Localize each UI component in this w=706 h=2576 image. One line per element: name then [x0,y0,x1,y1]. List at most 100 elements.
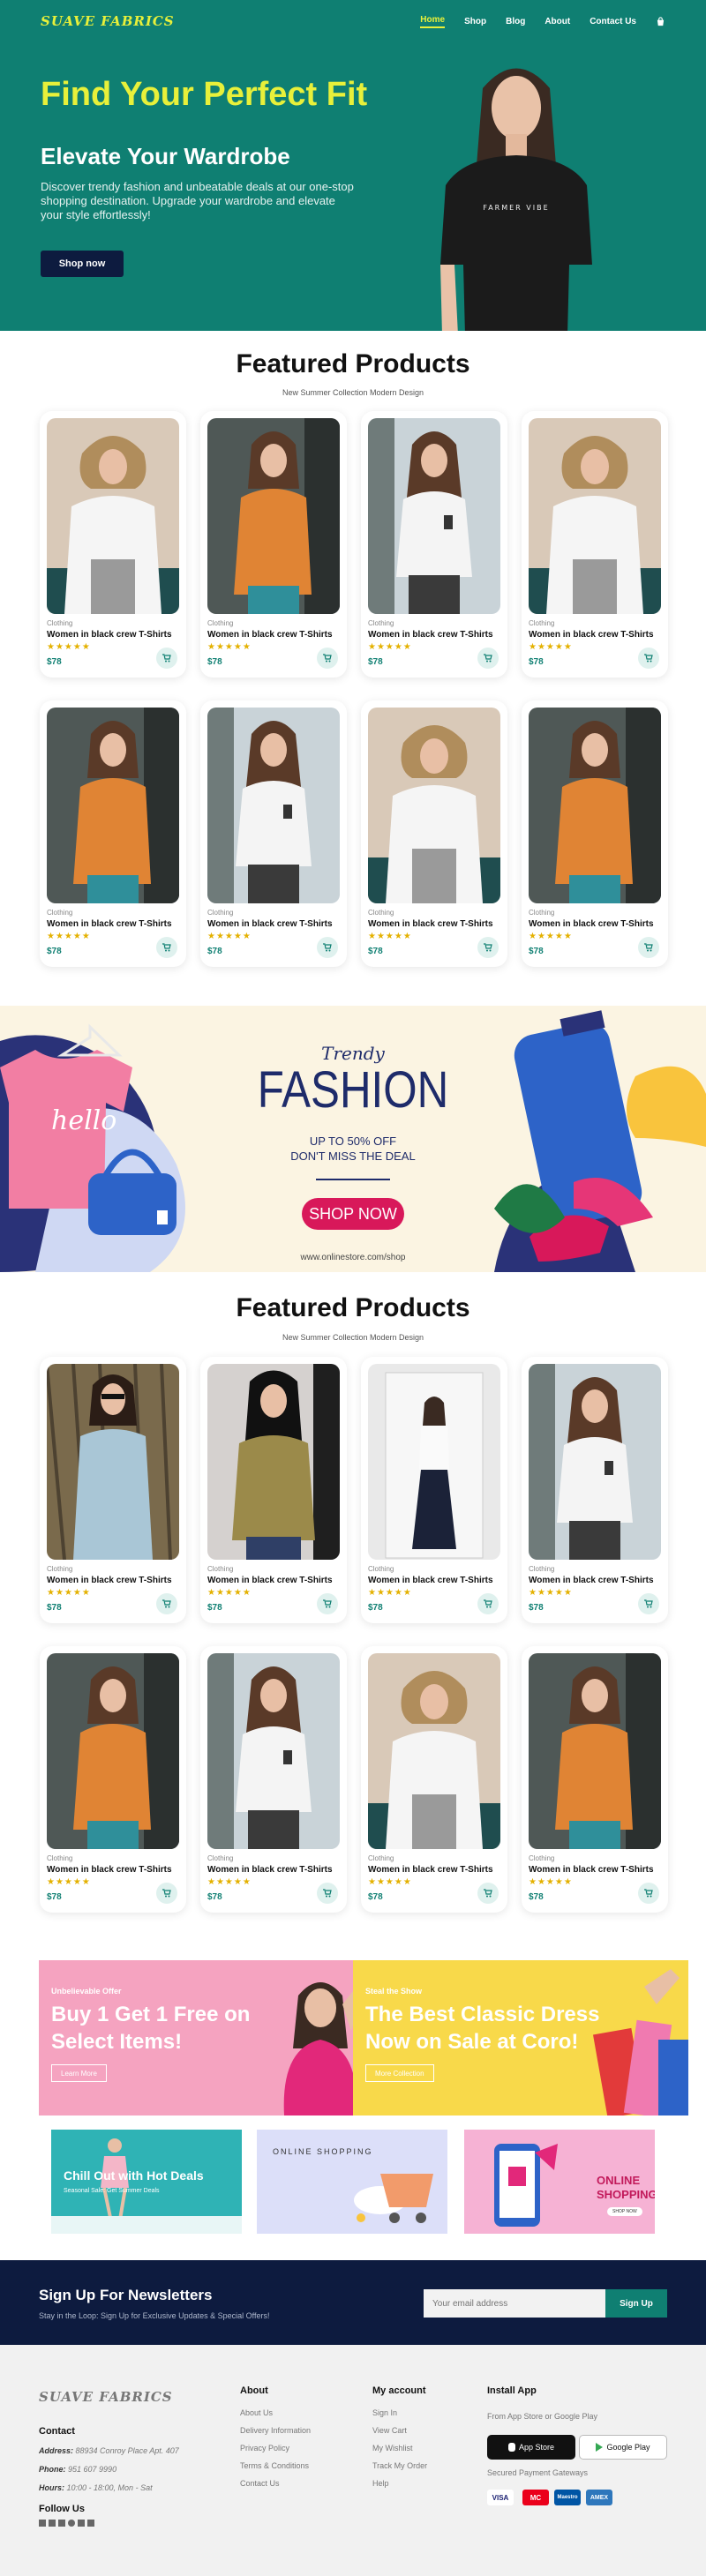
footer-logo[interactable]: SUAVE FABRICS [39,2389,173,2405]
add-to-cart-button[interactable] [477,937,499,958]
facebook-icon[interactable] [39,2520,46,2527]
product-card[interactable]: Clothing Women in black crew T-Shirts ★★★★… [522,1357,668,1623]
add-to-cart-button[interactable] [317,648,338,669]
product-name[interactable]: Women in black crew T-Shirts [47,1865,179,1875]
shop-now-button[interactable]: Shop now [41,251,124,277]
footer-link-wishlist[interactable]: My Wishlist [372,2444,413,2452]
add-to-cart-button[interactable] [156,937,177,958]
google-play-badge[interactable]: Google Play [579,2435,667,2460]
product-image[interactable] [47,1653,179,1849]
product-image[interactable] [47,708,179,903]
product-card[interactable]: Clothing Women in black crew T-Shirts ★★★★… [361,411,507,678]
mini-banner-button[interactable]: SHOP NOW [607,2207,642,2216]
add-to-cart-button[interactable] [317,1883,338,1904]
product-name[interactable]: Women in black crew T-Shirts [207,1865,340,1875]
offer-banner-bogo[interactable]: Unbelievable Offer Buy 1 Get 1 Free on S… [39,1960,374,2115]
footer-link-track-order[interactable]: Track My Order [372,2461,427,2470]
add-to-cart-button[interactable] [638,1593,659,1614]
footer-link-help[interactable]: Help [372,2479,389,2488]
nav-shop[interactable]: Shop [464,17,486,26]
footer-link-about-us[interactable]: About Us [240,2408,273,2417]
product-image[interactable] [368,1364,500,1560]
product-name[interactable]: Women in black crew T-Shirts [47,1576,179,1585]
youtube-icon[interactable] [58,2520,65,2527]
product-card[interactable]: Clothing Women in black crew T-Shirts ★★★★… [522,1646,668,1913]
nav-contact[interactable]: Contact Us [590,17,636,26]
product-card[interactable]: Clothing Women in black crew T-Shirts ★★★★… [522,411,668,678]
product-image[interactable] [47,1364,179,1560]
mini-banner-hot-deals[interactable]: Chill Out with Hot Deals Seasonal Sale: … [51,2130,242,2234]
product-card[interactable]: Clothing Women in black crew T-Shirts ★★★★… [522,700,668,967]
product-card[interactable]: Clothing Women in black crew T-Shirts ★★★★… [200,411,347,678]
banner-url[interactable]: www.onlinestore.com/shop [0,1253,706,1262]
product-name[interactable]: Women in black crew T-Shirts [529,1865,661,1875]
bag-icon[interactable] [656,16,665,26]
brand-logo[interactable]: SUAVE FABRICS [41,13,175,29]
product-image[interactable] [529,418,661,614]
product-card[interactable]: Clothing Women in black crew T-Shirts ★★★★… [361,700,507,967]
product-name[interactable]: Women in black crew T-Shirts [207,630,340,640]
mini-banner-online-shopping-phone[interactable]: ONLINE SHOPPING SHOP NOW [464,2130,655,2234]
add-to-cart-button[interactable] [156,1593,177,1614]
product-name[interactable]: Women in black crew T-Shirts [368,919,500,929]
add-to-cart-button[interactable] [638,937,659,958]
footer-link-sign-in[interactable]: Sign In [372,2408,397,2417]
learn-more-button[interactable]: Learn More [51,2064,107,2082]
more-collection-button[interactable]: More Collection [365,2064,434,2082]
instagram-icon[interactable] [78,2520,85,2527]
add-to-cart-button[interactable] [638,1883,659,1904]
product-card[interactable]: Clothing Women in black crew T-Shirts ★★★★… [200,1646,347,1913]
product-name[interactable]: Women in black crew T-Shirts [368,1576,500,1585]
mini-banner-online-shopping[interactable]: ONLINE SHOPPING [257,2130,447,2234]
banner-shop-now-button[interactable]: SHOP NOW [302,1198,404,1230]
product-image[interactable] [207,1653,340,1849]
pinterest-icon[interactable] [68,2520,75,2527]
product-image[interactable] [207,708,340,903]
product-image[interactable] [368,418,500,614]
footer-link-privacy[interactable]: Privacy Policy [240,2444,289,2452]
product-name[interactable]: Women in black crew T-Shirts [529,1576,661,1585]
product-card[interactable]: Clothing Women in black crew T-Shirts ★★★★… [361,1357,507,1623]
product-card[interactable]: Clothing Women in black crew T-Shirts ★★★★… [40,1357,186,1623]
product-name[interactable]: Women in black crew T-Shirts [529,630,661,640]
bird-icon[interactable] [87,2520,94,2527]
footer-link-view-cart[interactable]: View Cart [372,2426,407,2435]
add-to-cart-button[interactable] [156,1883,177,1904]
add-to-cart-button[interactable] [317,1593,338,1614]
product-image[interactable] [529,1653,661,1849]
product-card[interactable]: Clothing Women in black crew T-Shirts ★★★★… [200,1357,347,1623]
nav-home[interactable]: Home [420,15,446,28]
add-to-cart-button[interactable] [477,648,499,669]
product-image[interactable] [368,708,500,903]
product-image[interactable] [207,1364,340,1560]
add-to-cart-button[interactable] [477,1883,499,1904]
product-card[interactable]: Clothing Women in black crew T-Shirts ★★★★… [40,1646,186,1913]
footer-link-delivery[interactable]: Delivery Information [240,2426,311,2435]
twitter-icon[interactable] [49,2520,56,2527]
product-image[interactable] [529,708,661,903]
product-card[interactable]: Clothing Women in black crew T-Shirts ★★★★… [40,411,186,678]
footer-link-terms[interactable]: Terms & Conditions [240,2461,309,2470]
product-image[interactable] [368,1653,500,1849]
add-to-cart-button[interactable] [156,648,177,669]
add-to-cart-button[interactable] [638,648,659,669]
newsletter-email-input[interactable] [424,2289,605,2318]
add-to-cart-button[interactable] [477,1593,499,1614]
footer-link-contact[interactable]: Contact Us [240,2479,280,2488]
nav-blog[interactable]: Blog [506,17,525,26]
product-image[interactable] [529,1364,661,1560]
product-image[interactable] [47,418,179,614]
product-name[interactable]: Women in black crew T-Shirts [368,1865,500,1875]
newsletter-signup-button[interactable]: Sign Up [605,2289,667,2318]
add-to-cart-button[interactable] [317,937,338,958]
product-name[interactable]: Women in black crew T-Shirts [47,630,179,640]
product-name[interactable]: Women in black crew T-Shirts [207,919,340,929]
product-name[interactable]: Women in black crew T-Shirts [529,919,661,929]
product-card[interactable]: Clothing Women in black crew T-Shirts ★★★★… [361,1646,507,1913]
product-name[interactable]: Women in black crew T-Shirts [207,1576,340,1585]
offer-banner-classic-dress[interactable]: Steal the Show The Best Classic Dress No… [353,1960,688,2115]
product-card[interactable]: Clothing Women in black crew T-Shirts ★★★★… [40,700,186,967]
product-name[interactable]: Women in black crew T-Shirts [47,919,179,929]
product-image[interactable] [207,418,340,614]
app-store-badge[interactable]: App Store [487,2435,575,2460]
